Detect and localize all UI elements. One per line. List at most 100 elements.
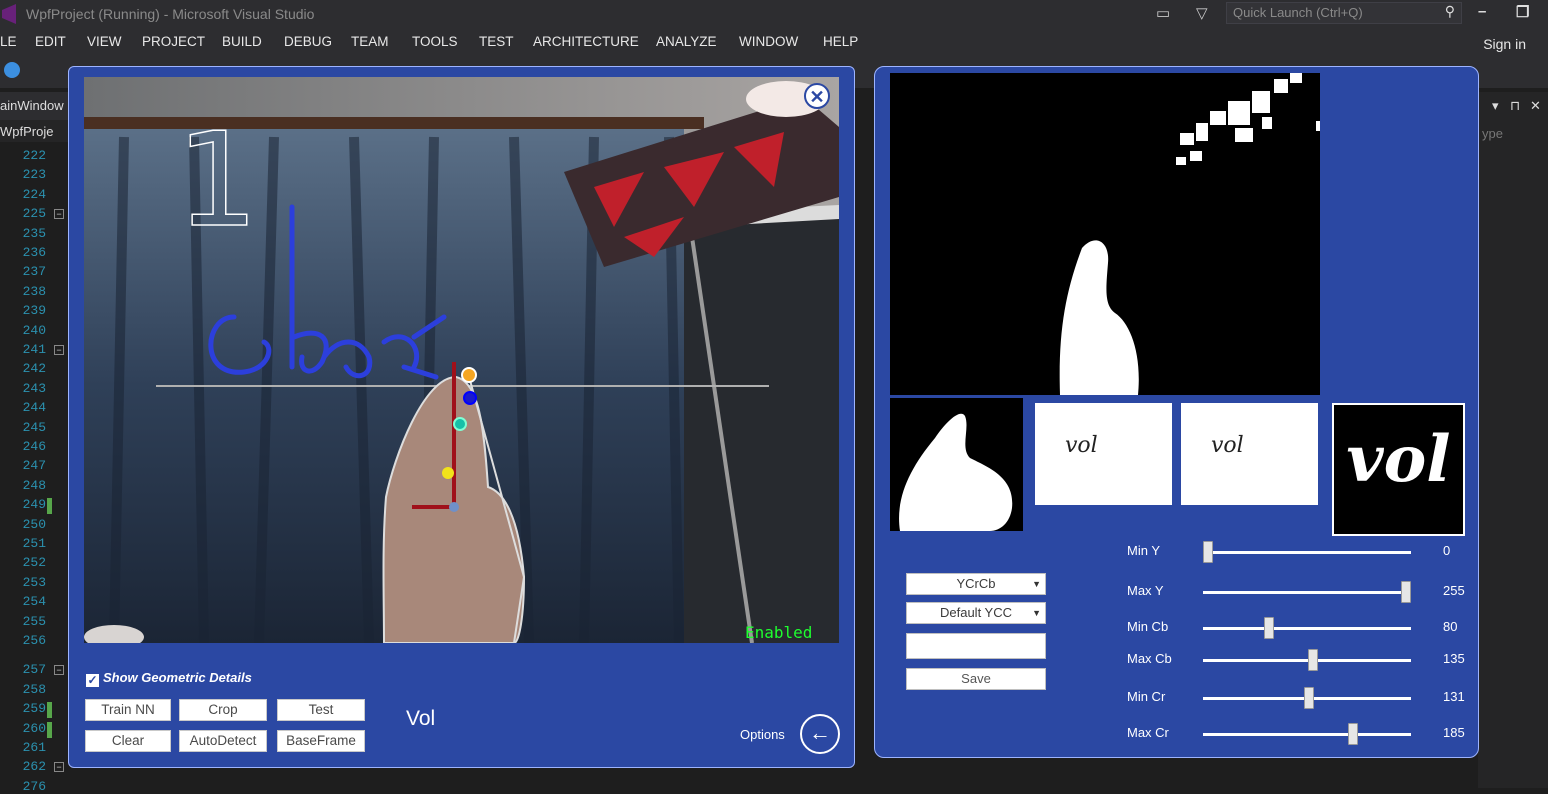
show-geometric-details-checkbox[interactable]: ✓ Show Geometric Details <box>86 670 252 687</box>
slider-thumb[interactable] <box>1307 649 1318 671</box>
line-number: 241 <box>22 342 46 357</box>
line-number: 250 <box>22 516 46 532</box>
line-number: 252 <box>22 555 46 571</box>
preset-name-input[interactable] <box>906 633 1046 659</box>
normalized-stroke-thumbnail: vol <box>1332 403 1465 536</box>
slider-thumb[interactable] <box>1264 617 1275 639</box>
color-space-value: YCrCb <box>956 576 996 591</box>
clear-button[interactable]: Clear <box>85 730 171 752</box>
line-number: 224 <box>22 186 46 202</box>
line-number: 255 <box>22 613 46 629</box>
menu-architecture[interactable]: ARCHITECTURE <box>533 34 639 49</box>
sign-in-link[interactable]: Sign in <box>1483 36 1526 52</box>
test-button[interactable]: Test <box>277 699 365 721</box>
checkbox-check-icon[interactable]: ✓ <box>86 674 99 687</box>
menu-test[interactable]: TEST <box>479 34 514 49</box>
solution-explorer-pane: ▾ ⊓ ✕ ype <box>1478 92 1548 788</box>
pane-dropdown-icon[interactable]: ▾ <box>1492 98 1499 114</box>
pin-icon[interactable]: ⊓ <box>1510 98 1520 114</box>
slider-track[interactable] <box>1203 733 1411 736</box>
line-number: 276 <box>22 778 46 794</box>
stroke-thumbnail-2: vol <box>1181 403 1318 505</box>
collapse-region-icon[interactable]: − <box>54 762 64 773</box>
menu-debug[interactable]: DEBUG <box>284 34 332 49</box>
slider-label: Min Cb <box>1127 619 1169 634</box>
menu-build[interactable]: BUILD <box>222 34 262 49</box>
skin-mask-image <box>890 73 1320 395</box>
hand-crop-thumbnail <box>890 398 1023 531</box>
chevron-down-icon: ▼ <box>1032 579 1041 589</box>
menu-file[interactable]: LE <box>0 34 17 49</box>
slider-thumb[interactable] <box>1401 581 1411 603</box>
line-number: 254 <box>22 594 46 610</box>
line-number: 262 <box>22 759 46 775</box>
slider-label: Max Cb <box>1127 651 1172 666</box>
slider-value: 185 <box>1443 725 1465 740</box>
stroke-thumbnail-1-text: vol <box>1065 433 1098 458</box>
menu-analyze[interactable]: ANALYZE <box>656 34 717 49</box>
line-number: 222 <box>22 148 46 163</box>
gesture-recognition-window: 1 ✕ Enabled ✓ Show Geometric Details Trai… <box>68 66 855 768</box>
save-button[interactable]: Save <box>906 668 1046 690</box>
color-space-select[interactable]: YCrCb ▼ <box>906 573 1046 595</box>
notification-icon[interactable]: ▭ <box>1156 4 1170 22</box>
search-icon[interactable]: ⚲ <box>1445 3 1455 20</box>
autodetect-button[interactable]: AutoDetect <box>179 730 267 752</box>
collapse-region-icon[interactable]: − <box>54 209 64 220</box>
change-marker <box>47 721 52 738</box>
line-number: 246 <box>22 439 46 454</box>
menu-project[interactable]: PROJECT <box>142 34 205 49</box>
menu-window[interactable]: WINDOW <box>739 34 798 49</box>
collapse-region-icon[interactable]: − <box>54 665 64 676</box>
collapse-region-icon[interactable]: − <box>54 345 64 355</box>
code-editor-gutter: 222 223 224 225−235 236 237 238 239 240 241−242 24… <box>0 142 70 794</box>
vs-titlebar: WpfProject (Running) - Microsoft Visual … <box>0 0 1548 30</box>
line-number: 238 <box>22 283 46 299</box>
close-button[interactable]: ✕ <box>804 83 830 109</box>
line-number: 251 <box>22 536 46 551</box>
menu-view[interactable]: VIEW <box>87 34 122 49</box>
line-number: 259 <box>22 701 46 717</box>
line-number: 258 <box>22 681 46 697</box>
line-number: 223 <box>22 167 46 183</box>
normalized-stroke-text: vol <box>1346 422 1451 497</box>
crop-button[interactable]: Crop <box>179 699 267 721</box>
change-marker <box>47 702 52 719</box>
minimize-icon[interactable]: – <box>1478 3 1486 20</box>
hand-crop-image <box>899 413 1013 531</box>
baseframe-button[interactable]: BaseFrame <box>277 730 365 752</box>
slider-label: Max Y <box>1127 583 1164 598</box>
slider-thumb[interactable] <box>1347 723 1358 745</box>
navigate-back-icon[interactable] <box>4 62 20 78</box>
skin-mask-preview <box>890 73 1320 395</box>
slider-track[interactable] <box>1203 627 1411 630</box>
pane-close-icon[interactable]: ✕ <box>1530 98 1541 114</box>
quick-launch-input[interactable]: Quick Launch (Ctrl+Q) ⚲ <box>1226 2 1462 24</box>
line-number: 240 <box>22 322 46 338</box>
slider-track[interactable] <box>1203 591 1411 594</box>
slider-track[interactable] <box>1203 551 1411 554</box>
skin-settings-window: vol vol vol YCrCb ▼ Default YCC ▼ Save Min… <box>874 66 1479 758</box>
slider-thumb[interactable] <box>1203 541 1213 563</box>
options-arrow-button[interactable]: ← <box>800 714 840 754</box>
menu-help[interactable]: HELP <box>823 34 858 49</box>
restore-icon[interactable]: ❐ <box>1516 3 1529 21</box>
menu-tools[interactable]: TOOLS <box>412 34 458 49</box>
line-number: 245 <box>22 419 46 435</box>
preset-select[interactable]: Default YCC ▼ <box>906 602 1046 624</box>
line-number: 235 <box>22 225 46 241</box>
line-number: 236 <box>22 245 46 260</box>
project-dropdown[interactable]: WpfProje <box>0 120 70 142</box>
line-number: 247 <box>22 458 46 474</box>
menu-edit[interactable]: EDIT <box>35 34 66 49</box>
filter-icon[interactable]: ▽ <box>1196 4 1208 22</box>
tab-mainwindow[interactable]: ainWindow <box>0 98 64 113</box>
menu-team[interactable]: TEAM <box>351 34 389 49</box>
slider-value: 131 <box>1443 689 1465 704</box>
slider-label: Min Y <box>1127 543 1160 558</box>
train-nn-button[interactable]: Train NN <box>85 699 171 721</box>
slider-thumb[interactable] <box>1303 687 1314 709</box>
chevron-down-icon: ▼ <box>1032 608 1041 618</box>
line-number: 249 <box>22 497 46 513</box>
pane-text: ype <box>1482 126 1503 141</box>
